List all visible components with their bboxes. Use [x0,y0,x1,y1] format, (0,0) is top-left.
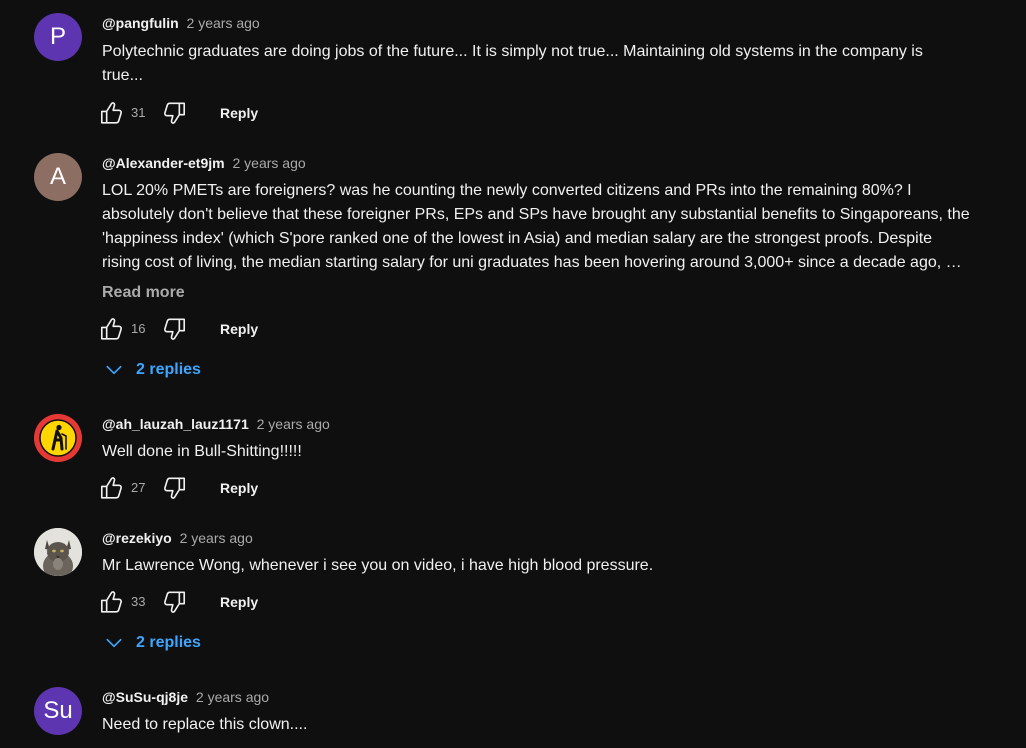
reply-button[interactable]: Reply [220,315,258,343]
like-button[interactable] [98,474,124,502]
elderly-person-warning-sign-icon [34,414,82,462]
comment-text-line: LOL 20% PMETs are foreigners? was he cou… [102,182,912,199]
thumbs-down-icon [162,100,188,126]
comment-text: Well done in Bull-Shitting!!!!! [102,440,1012,464]
reply-button[interactable]: Reply [220,474,258,502]
dislike-button[interactable] [162,315,188,343]
like-count: 31 [131,105,146,120]
comment-header: @ah_lauzah_lauz1171 2 years ago [102,414,330,434]
thumbs-down-icon [162,316,188,342]
like-button[interactable] [98,99,124,127]
avatar[interactable]: P [34,13,82,61]
comment-text-line: rising cost of living, the median starti… [102,254,962,271]
replies-count-label: 2 replies [136,634,201,651]
comment-author[interactable]: @ah_lauzah_lauz1171 [102,416,249,432]
like-count: 33 [131,594,146,609]
comment-timestamp[interactable]: 2 years ago [180,530,253,546]
comment-timestamp[interactable]: 2 years ago [196,689,269,705]
like-count: 27 [131,480,146,495]
view-replies-button[interactable]: 2 replies [104,354,201,386]
comment-text: Need to replace this clown.... [102,713,1012,737]
replies-count-label: 2 replies [136,361,201,378]
comment-actions: 16 Reply [98,315,298,343]
dislike-button[interactable] [162,99,188,127]
avatar[interactable]: Su [34,687,82,735]
dislike-button[interactable] [162,474,188,502]
like-count: 16 [131,321,146,336]
thumbs-up-icon [98,475,124,501]
comment-header: @pangfulin 2 years ago [102,13,260,33]
comment-actions: 31 Reply [98,99,298,127]
thumbs-down-icon [162,475,188,501]
comment-timestamp[interactable]: 2 years ago [232,155,305,171]
avatar[interactable] [34,414,82,462]
comment-actions: 27 Reply [98,474,298,502]
thumbs-up-icon [98,100,124,126]
comment-text-line: absolutely don't believe that these fore… [102,206,970,223]
comment-author[interactable]: @rezekiyo [102,530,172,546]
comment-header: @Alexander-et9jm 2 years ago [102,153,306,173]
comment-header: @SuSu-qj8je 2 years ago [102,687,269,707]
thumbs-up-icon [98,316,124,342]
like-button[interactable] [98,588,124,616]
comment-text: Polytechnic graduates are doing jobs of … [102,40,1012,88]
comment-header: @rezekiyo 2 years ago [102,528,253,548]
dislike-button[interactable] [162,588,188,616]
chevron-down-icon [106,365,122,375]
avatar[interactable]: A [34,153,82,201]
read-more-button[interactable]: Read more [102,281,185,305]
comment-author[interactable]: @pangfulin [102,15,179,31]
comment-text-line: Polytechnic graduates are doing jobs of … [102,43,923,60]
view-replies-button[interactable]: 2 replies [104,627,201,659]
cat-photo-icon [34,528,82,576]
reply-button[interactable]: Reply [220,99,258,127]
thumbs-down-icon [162,589,188,615]
comment-text-line: Need to replace this clown.... [102,716,308,733]
avatar[interactable] [34,528,82,576]
chevron-down-icon [106,638,122,648]
comment-text: Mr Lawrence Wong, whenever i see you on … [102,554,1012,578]
comment-author[interactable]: @Alexander-et9jm [102,155,225,171]
thumbs-up-icon [98,589,124,615]
comment-timestamp[interactable]: 2 years ago [187,15,260,31]
comment-author[interactable]: @SuSu-qj8je [102,689,188,705]
comment-text: LOL 20% PMETs are foreigners? was he cou… [102,179,1012,275]
like-button[interactable] [98,315,124,343]
comment-text-line: Mr Lawrence Wong, whenever i see you on … [102,557,654,574]
comment-text-line: Well done in Bull-Shitting!!!!! [102,443,302,460]
comment-text-line: 'happiness index' (which S'pore ranked o… [102,230,933,247]
comment-text-line: true... [102,67,143,84]
comment-actions: 33 Reply [98,588,298,616]
comment-timestamp[interactable]: 2 years ago [257,416,330,432]
reply-button[interactable]: Reply [220,588,258,616]
